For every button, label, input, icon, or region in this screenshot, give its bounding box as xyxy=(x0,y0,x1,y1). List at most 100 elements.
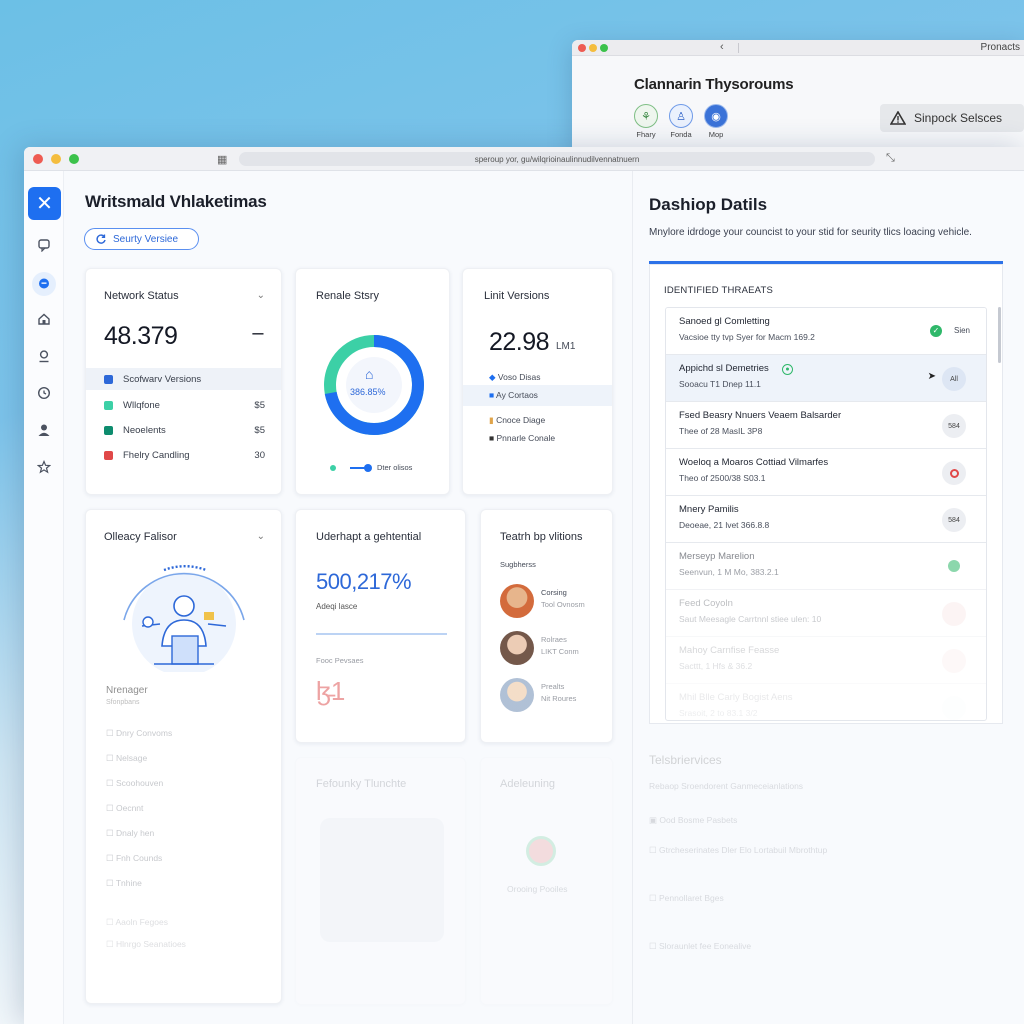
chevron-down-icon[interactable]: ⌄ xyxy=(257,290,265,301)
threat-row[interactable]: Woeloq a Moaros Cottiad Vilmarfes Theo o… xyxy=(666,449,986,496)
threat-sub: Srasoit, 2 to 83.1 3/2 xyxy=(679,708,758,718)
threat-row[interactable]: Merseyp Marelion Seenvun, 1 M Mo, 383.2.… xyxy=(666,543,986,590)
threat-badge[interactable] xyxy=(942,696,966,720)
potential-label: Fooc Pevsaes xyxy=(316,656,364,665)
threat-badge[interactable]: 584 xyxy=(942,508,966,532)
threat-name: Sanoed gl Comletting xyxy=(679,316,770,327)
list-item[interactable]: ☐ Oecnnt xyxy=(106,803,143,814)
back-url-text: Pronacts xyxy=(980,42,1020,53)
close-dot[interactable] xyxy=(33,154,43,164)
card-title: Olleacy Falisor xyxy=(104,531,177,543)
list-item[interactable]: ☐ Hlnrgo Seanatioes xyxy=(106,939,186,950)
threat-sub: Deoeae, 21 lvet 366.8.8 xyxy=(679,520,770,530)
grid-icon[interactable]: ▦ xyxy=(217,153,227,166)
list-item[interactable]: Fhelry Candling 30 xyxy=(104,444,265,466)
list-item[interactable]: ☐ Tnhine xyxy=(106,878,142,889)
person-name: Rolraes xyxy=(541,635,567,644)
threat-badge[interactable]: 584 xyxy=(942,414,966,438)
home-icon[interactable] xyxy=(36,311,52,327)
user-icon[interactable] xyxy=(36,422,52,438)
minimize-dot[interactable] xyxy=(51,154,61,164)
close-dot[interactable] xyxy=(578,44,586,52)
list-item-value: $5 xyxy=(254,424,265,436)
threat-badge[interactable] xyxy=(942,649,966,673)
clock-icon[interactable] xyxy=(36,385,52,401)
square-icon xyxy=(104,374,113,384)
potential-subtitle: Adeqi lasce xyxy=(316,602,358,611)
list-subheading: Sfonpbans xyxy=(106,699,140,706)
legend-label: Dter olisos xyxy=(377,463,413,472)
service-item[interactable]: ☐ Pennollaret Bges xyxy=(649,893,724,904)
minimize-dot[interactable] xyxy=(589,44,597,52)
threat-row[interactable]: Mnery Pamilis Deoeae, 21 lvet 366.8.8 58… xyxy=(666,496,986,543)
threat-row[interactable]: Sanoed gl Comletting Vacsioe tty tvp Sye… xyxy=(666,308,986,355)
shield-icon: ⌂ xyxy=(365,366,374,382)
avatar-mop[interactable]: ◉ xyxy=(704,104,728,128)
threat-row[interactable]: Fsed Beasry Nnuers Veaem Balsarder Thee … xyxy=(666,402,986,449)
list-item[interactable]: ■ Ay Cortaos xyxy=(489,390,538,400)
list-item[interactable]: ☐ Aaoln Fegoes xyxy=(106,917,168,928)
chevron-down-icon[interactable]: ⌄ xyxy=(257,531,265,542)
list-item-label: Tnhine xyxy=(115,878,142,888)
card-title: Network Status xyxy=(104,290,179,302)
list-item[interactable]: ◆ Voso Disas xyxy=(489,372,540,383)
maximize-dot[interactable] xyxy=(600,44,608,52)
sinpock-button[interactable]: Sinpock Selsces xyxy=(880,104,1024,132)
list-item[interactable]: ☐ Fnh Counds xyxy=(106,853,162,864)
list-item[interactable]: ☐ Dnaly hen xyxy=(106,828,154,839)
network-value: 48.379 xyxy=(104,322,178,350)
list-item[interactable]: Scofwarv Versions xyxy=(86,368,281,390)
chat-icon[interactable] xyxy=(36,237,52,253)
service-label: Pennollaret Bges xyxy=(658,893,724,903)
chevron-left-icon[interactable]: ‹ xyxy=(720,41,724,53)
threat-row-selected[interactable]: Appichd sl Demetries ● Sooacu T1 Dnep 11… xyxy=(666,355,986,402)
threat-row[interactable]: Feed Coyoln Saut Meesagle Carrtnnl stiee… xyxy=(666,590,986,637)
service-item[interactable]: ▣ Ood Bosme Pasbets xyxy=(649,815,737,826)
security-versions-pill[interactable]: Seurty Versiee xyxy=(84,228,199,250)
card-title: Linit Versions xyxy=(484,290,550,302)
threat-name: Mhil Blle Carly Bogist Aens xyxy=(679,692,793,703)
linit-versions-card: Linit Versions 22.98 LM1 ◆ Voso Disas ■ … xyxy=(462,268,613,495)
services-title: Telsbriervices xyxy=(649,753,722,767)
service-item[interactable]: ☐ Sloraunlet fee Eonealive xyxy=(649,941,751,952)
divider xyxy=(738,43,739,53)
person-circle-icon[interactable] xyxy=(36,348,52,364)
list-item[interactable]: Wllqfone $5 xyxy=(104,394,265,416)
list-item[interactable]: ☐ Nelsage xyxy=(106,753,147,764)
threat-row[interactable]: Mhil Blle Carly Bogist Aens Srasoit, 2 t… xyxy=(666,684,986,720)
avatar-fonda[interactable]: ♙ xyxy=(669,104,693,128)
list-item-label: Nelsage xyxy=(115,753,148,763)
close-icon[interactable]: ✕ xyxy=(28,187,61,220)
star-icon[interactable] xyxy=(36,459,52,475)
list-item[interactable]: ☐ Dnry Convoms xyxy=(106,728,172,739)
threat-row[interactable]: Mahoy Carnfise Feasse Sacttt, 1 Hfs & 36… xyxy=(666,637,986,684)
service-item[interactable]: ☐ Gtrcheserinates Dler Elo Lortabuil Mbr… xyxy=(649,845,827,856)
details-panel: Dashiop Datils Mnylore idrdoge your coun… xyxy=(632,171,1024,1024)
threat-sub: Seenvun, 1 M Mo, 383.2.1 xyxy=(679,567,779,577)
page-title: Writsmald Vhlaketimas xyxy=(85,192,267,211)
tools-icon[interactable]: ⤡ xyxy=(886,152,895,165)
comment-icon[interactable] xyxy=(32,272,56,296)
address-bar[interactable]: speroup yor, gu/wilqrioinaulinnudilvenna… xyxy=(239,152,875,166)
list-item[interactable]: ■ Pnnarle Conale xyxy=(489,433,555,443)
list-item[interactable]: ▮ Cnoce Diage xyxy=(489,415,545,426)
list-item[interactable]: ☐ Scoohouven xyxy=(106,778,163,789)
list-item[interactable]: Neoelents $5 xyxy=(104,419,265,441)
service-label: Gtrcheserinates Dler Elo Lortabuil Mbrot… xyxy=(658,845,828,855)
person-role: Tool Ovnosm xyxy=(541,600,585,609)
policy-items: ☐ Dnry Convoms ☐ Nelsage ☐ Scoohouven ☐ … xyxy=(86,728,283,888)
details-title: Dashiop Datils xyxy=(649,195,768,214)
scrollbar[interactable] xyxy=(998,307,1001,363)
avatar-label: Mop xyxy=(708,130,724,139)
avatar[interactable] xyxy=(500,631,534,665)
threat-badge[interactable] xyxy=(942,461,966,485)
avatar[interactable] xyxy=(500,678,534,712)
maximize-dot[interactable] xyxy=(69,154,79,164)
lock-icon: ■ xyxy=(489,433,495,443)
avatar[interactable] xyxy=(500,584,534,618)
threat-badge[interactable] xyxy=(942,602,966,626)
avatar-fhary[interactable]: ⚘ xyxy=(634,104,658,128)
person-role: Nit Roures xyxy=(541,694,577,703)
threat-badge[interactable]: All xyxy=(942,367,966,391)
threat-sub: Thee of 28 MasIL 3P8 xyxy=(679,426,763,436)
